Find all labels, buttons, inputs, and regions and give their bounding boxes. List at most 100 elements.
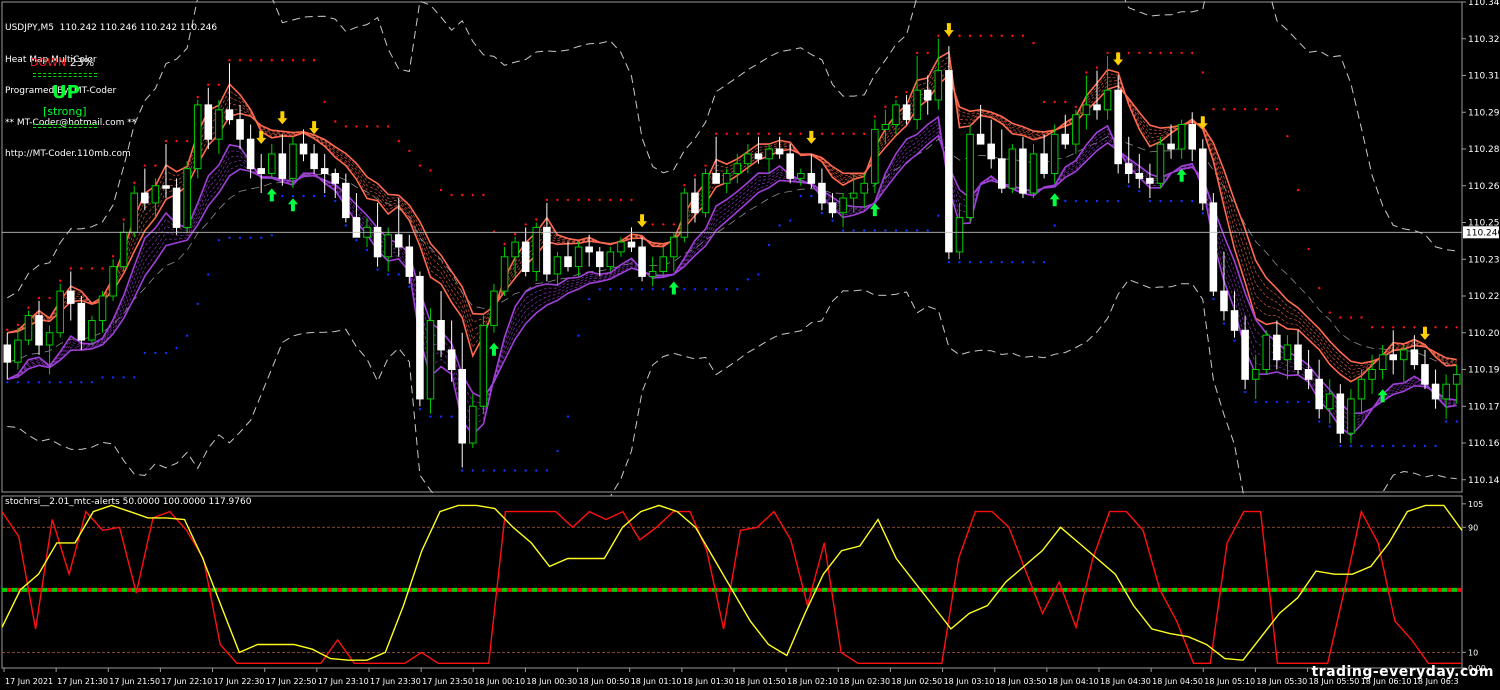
support-dot <box>651 288 654 291</box>
support-dot <box>164 351 168 355</box>
candle-body <box>24 315 33 341</box>
resistance-dot <box>48 296 51 300</box>
candle-body <box>289 143 297 179</box>
watermark: trading-everyday.com <box>1311 664 1494 680</box>
support-dot <box>852 229 855 232</box>
support-dot <box>1032 261 1035 264</box>
resistance-dot <box>439 188 443 192</box>
candle-body <box>648 271 657 277</box>
candle-body <box>278 153 287 179</box>
support-dot <box>1286 400 1289 404</box>
support-dot <box>640 288 644 291</box>
candle-body <box>849 192 858 199</box>
current-price-label: 110.246 <box>1466 228 1500 238</box>
support-dot <box>281 194 284 198</box>
candle-body <box>1167 143 1175 150</box>
candle-body <box>1347 398 1355 434</box>
price-tick-label: 110.310 <box>1468 72 1500 82</box>
candle-body <box>119 231 128 268</box>
resistance-dot <box>260 59 263 62</box>
support-dot <box>757 273 760 276</box>
candle-body <box>1452 373 1461 385</box>
support-dot <box>1222 322 1226 325</box>
candle-body <box>860 182 869 194</box>
resistance-dot <box>1021 34 1025 37</box>
indicator-tick-label: 90 <box>1468 523 1478 532</box>
support-dot <box>1011 261 1014 264</box>
resistance-dot <box>736 132 739 135</box>
resistance-dot <box>1011 34 1014 37</box>
candle-body <box>913 89 921 121</box>
resistance-dot <box>344 125 348 128</box>
resistance-dot <box>1444 326 1448 329</box>
support-dot <box>915 229 919 232</box>
candle-body <box>416 275 424 400</box>
indicator-line-4: http://MT-Coder.110mb.com <box>5 149 131 159</box>
resistance-dot <box>376 125 379 128</box>
candle-body <box>373 226 382 258</box>
time-tick-label: 18 Jun 00:50 <box>579 677 630 686</box>
candle-body <box>1029 153 1038 194</box>
resistance-dot <box>90 267 94 270</box>
candle-body <box>945 70 953 253</box>
price-pane <box>1 1 1463 493</box>
candle-body <box>902 104 911 121</box>
candle-body <box>225 109 234 121</box>
support-dot <box>788 219 792 222</box>
candle-body <box>77 302 86 341</box>
candle-body <box>1273 334 1281 361</box>
resistance-dot <box>418 164 422 167</box>
resistance-dot <box>323 100 326 104</box>
resistance-dot <box>503 242 506 246</box>
chart-header: USDJPY,M5 110.242 110.246 110.242 110.24… <box>5 2 217 170</box>
candle-body <box>574 246 583 268</box>
resistance-dot <box>1180 51 1183 55</box>
candle-body <box>881 124 890 130</box>
resistance-dot <box>471 193 474 197</box>
resistance-dot <box>757 132 760 135</box>
trading-chart[interactable]: 110.145 110.160 110.175 110.190 110.205 110.2… <box>0 0 1500 690</box>
candle-body <box>1410 349 1419 366</box>
candle-body <box>659 256 668 272</box>
support-dot <box>714 288 718 291</box>
resistance-dot <box>1095 66 1099 69</box>
support-dot <box>873 229 877 232</box>
time-tick-label: 18 Jun 04:30 <box>1100 677 1151 686</box>
support-dot <box>1307 400 1310 404</box>
candle-body <box>1061 133 1070 145</box>
resistance-dot <box>1265 108 1268 111</box>
resistance-dot <box>799 132 802 135</box>
price-tick-label: 110.280 <box>1468 145 1500 155</box>
support-dot <box>1074 199 1078 203</box>
support-dot <box>37 381 41 384</box>
time-tick-label: 18 Jun 04:10 <box>1048 677 1099 686</box>
support-dot <box>101 376 104 379</box>
candle-body <box>1008 148 1017 189</box>
support-dot <box>1339 444 1342 448</box>
candle-body <box>268 153 276 174</box>
price-tick-label: 110.295 <box>1468 108 1500 118</box>
candle-body <box>257 168 265 175</box>
resistance-dot <box>1085 71 1088 74</box>
time-tick-label: 18 Jun 01:10 <box>631 677 682 686</box>
resistance-dot <box>746 132 750 135</box>
candle-body <box>35 315 43 346</box>
support-dot <box>619 288 623 291</box>
indicator-tick-label: 105 <box>1468 500 1483 509</box>
candle-body <box>384 234 392 258</box>
support-dot <box>355 239 358 242</box>
candle-body <box>1177 124 1186 150</box>
support-dot <box>990 261 993 264</box>
candle-body <box>1209 202 1218 292</box>
time-tick-label: 18 Jun 01:50 <box>735 677 786 686</box>
support-dot <box>1296 400 1300 404</box>
support-dot <box>1127 185 1130 188</box>
resistance-dot <box>968 34 972 37</box>
candle-body <box>162 185 170 189</box>
resistance-dot <box>704 164 707 167</box>
support-dot <box>196 302 199 306</box>
support-dot <box>1243 390 1247 394</box>
resistance-dot <box>566 198 570 202</box>
candle-body <box>775 148 784 155</box>
resistance-dot <box>1222 108 1226 111</box>
